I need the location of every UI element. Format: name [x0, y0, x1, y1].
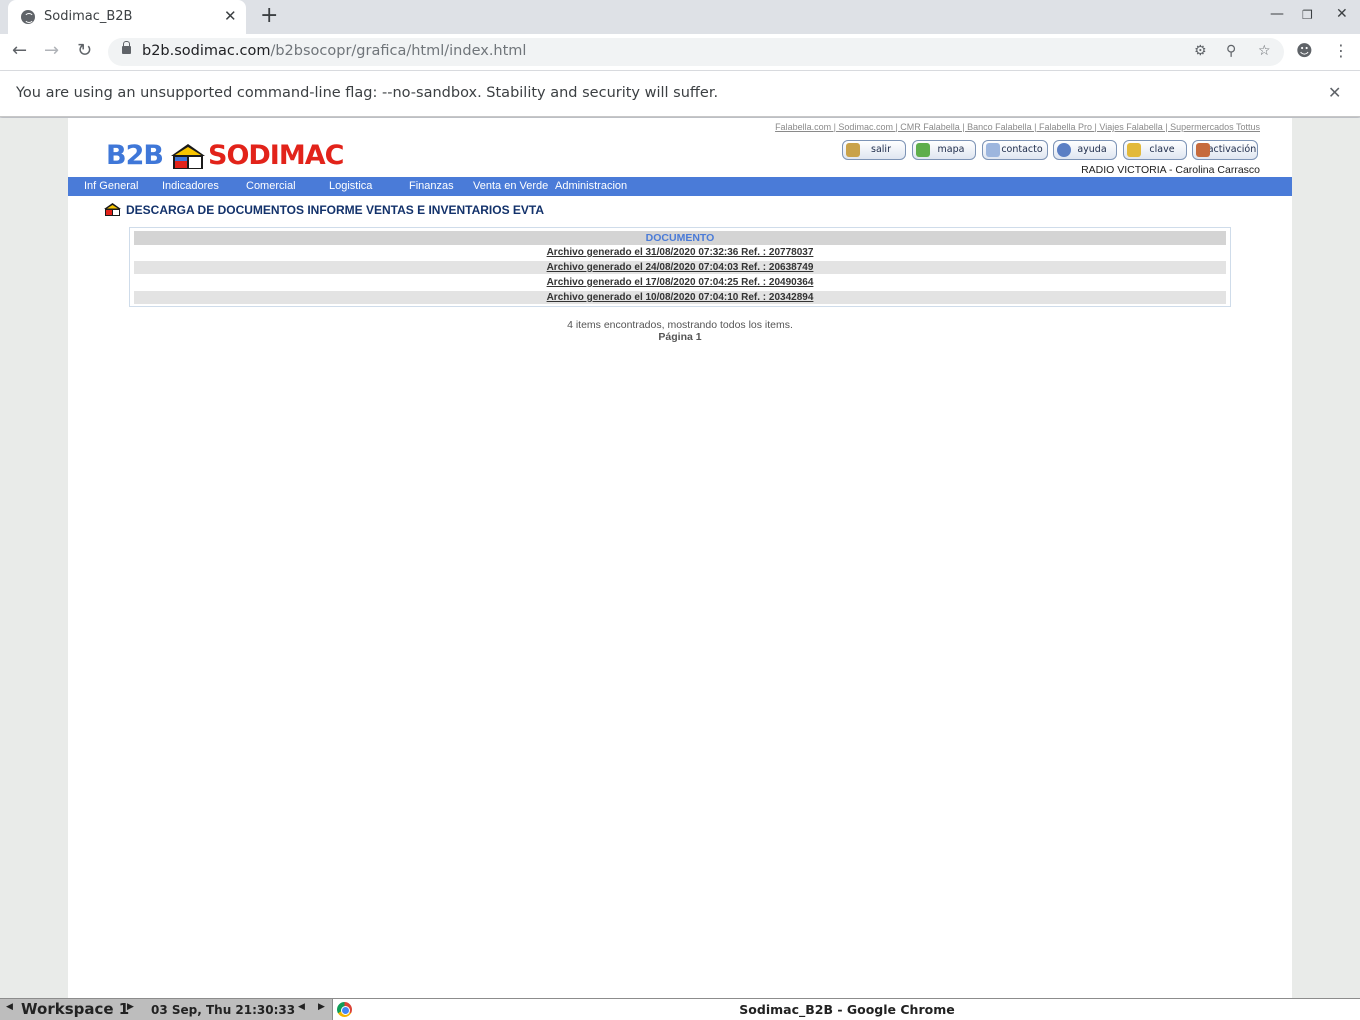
workspace-next-icon[interactable]: ▶ [127, 1002, 134, 1012]
menu-finanzas[interactable]: Finanzas [409, 180, 454, 192]
task-next-icon[interactable]: ▶ [318, 1002, 325, 1012]
tab-title: Sodimac_B2B [44, 9, 133, 24]
key-icon [1127, 143, 1141, 157]
main-menu: Inf General Indicadores Comercial Logist… [68, 177, 1292, 196]
document-link[interactable]: Archivo generado el 10/08/2020 07:04:10 … [547, 292, 814, 303]
page-number: Página 1 [658, 331, 702, 343]
workspace-label[interactable]: Workspace 1 [21, 1000, 129, 1018]
minimize-icon[interactable]: — [1270, 6, 1284, 22]
activacion-button[interactable]: activación [1192, 140, 1258, 160]
table-row: Archivo generado el 17/08/2020 07:04:25 … [134, 276, 1226, 289]
browser-toolbar: ← → ↻ b2b.sodimac.com/b2bsocopr/grafica/… [0, 34, 1360, 71]
infobar-close-icon[interactable]: ✕ [1328, 83, 1341, 102]
menu-administracion[interactable]: Administracion [555, 180, 627, 192]
url-host: b2b.sodimac.com [142, 43, 271, 59]
table-row: Archivo generado el 31/08/2020 07:32:36 … [134, 246, 1226, 259]
restore-icon[interactable]: ❐ [1302, 8, 1313, 22]
salir-button[interactable]: salir [842, 140, 906, 160]
logged-user: RADIO VICTORIA - Carolina Carrasco [1081, 164, 1260, 176]
new-tab-button[interactable]: + [260, 4, 278, 28]
profile-icon[interactable]: ☻ [1296, 41, 1313, 60]
reload-icon[interactable]: ↻ [77, 40, 92, 62]
clave-button[interactable]: clave [1123, 140, 1187, 160]
document-link[interactable]: Archivo generado el 17/08/2020 07:04:25 … [547, 277, 814, 288]
menu-venta-en-verde[interactable]: Venta en Verde [473, 180, 548, 192]
mapa-button[interactable]: mapa [912, 140, 976, 160]
envelope-icon [986, 143, 1000, 157]
partner-links[interactable]: Falabella.com | Sodimac.com | CMR Falabe… [775, 122, 1260, 132]
page-content: Falabella.com | Sodimac.com | CMR Falabe… [68, 118, 1292, 998]
key-icon[interactable]: ⚲ [1226, 43, 1236, 59]
globe-icon [21, 10, 35, 24]
desktop-taskbar: ◀ Workspace 1 ▶ 03 Sep, Thu 21:30:33 ◀ ▶… [0, 998, 1360, 1020]
tab-strip: Sodimac_B2B ✕ + — ❐ ✕ [0, 0, 1360, 34]
forward-arrow-icon[interactable]: → [44, 40, 59, 62]
house-logo-icon [104, 203, 121, 216]
task-prev-icon[interactable]: ◀ [298, 1002, 305, 1012]
window-close-icon[interactable]: ✕ [1336, 6, 1348, 22]
tab-close-icon[interactable]: ✕ [224, 7, 237, 25]
extension-blocked-icon[interactable]: ⚙ [1194, 43, 1207, 59]
sitemap-icon [916, 143, 930, 157]
menu-kebab-icon[interactable]: ⋮ [1333, 41, 1349, 60]
header-buttons: salir mapa contacto ayuda clave activaci… [842, 140, 1258, 160]
lock-icon [122, 41, 131, 54]
infobar-message: You are using an unsupported command-lin… [16, 85, 719, 101]
menu-comercial[interactable]: Comercial [246, 180, 296, 192]
taskbar-window-entry[interactable]: Sodimac_B2B - Google Chrome [332, 999, 1360, 1020]
documents-table: DOCUMENTO Archivo generado el 31/08/2020… [129, 227, 1231, 307]
logo-sodimac: SODIMAC [208, 140, 344, 171]
url-text[interactable]: b2b.sodimac.com/b2bsocopr/grafica/html/i… [142, 43, 526, 59]
document-link[interactable]: Archivo generado el 31/08/2020 07:32:36 … [547, 247, 814, 258]
address-bar[interactable]: b2b.sodimac.com/b2bsocopr/grafica/html/i… [108, 38, 1284, 66]
contacto-button[interactable]: contacto [982, 140, 1048, 160]
logo-b2b: B2B [106, 140, 164, 171]
menu-inf-general[interactable]: Inf General [84, 180, 138, 192]
taskbar-window-title: Sodimac_B2B - Google Chrome [739, 1002, 955, 1017]
page-viewport: Falabella.com | Sodimac.com | CMR Falabe… [0, 118, 1360, 998]
table-row: Archivo generado el 24/08/2020 07:04:03 … [134, 261, 1226, 274]
menu-indicadores[interactable]: Indicadores [162, 180, 219, 192]
browser-tab[interactable]: Sodimac_B2B ✕ [8, 0, 246, 34]
door-icon [846, 143, 860, 157]
user-activation-icon [1196, 143, 1210, 157]
bookmark-star-icon[interactable]: ☆ [1258, 43, 1271, 59]
clock: 03 Sep, Thu 21:30:33 [151, 1003, 296, 1017]
ayuda-button[interactable]: ayuda [1053, 140, 1117, 160]
menu-logistica[interactable]: Logistica [329, 180, 372, 192]
help-icon [1057, 143, 1071, 157]
table-row: Archivo generado el 10/08/2020 07:04:10 … [134, 291, 1226, 304]
table-header: DOCUMENTO [134, 231, 1226, 245]
back-arrow-icon[interactable]: ← [12, 40, 27, 62]
warning-infobar: You are using an unsupported command-lin… [0, 71, 1360, 117]
url-path: /b2bsocopr/grafica/html/index.html [270, 43, 527, 59]
workspace-prev-icon[interactable]: ◀ [6, 1002, 13, 1012]
house-logo-icon [171, 144, 205, 169]
page-title-text: DESCARGA DE DOCUMENTOS INFORME VENTAS E … [126, 203, 545, 217]
items-found-text: 4 items encontrados, mostrando todos los… [567, 319, 793, 331]
document-link[interactable]: Archivo generado el 24/08/2020 07:04:03 … [547, 262, 814, 273]
